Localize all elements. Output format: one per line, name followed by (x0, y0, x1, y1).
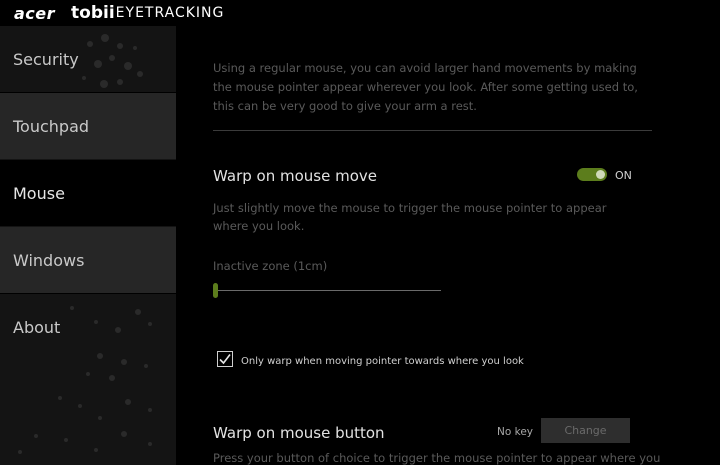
settings-panel: Using a regular mouse, you can avoid lar… (176, 26, 720, 465)
toggle-knob (596, 170, 605, 179)
change-key-button[interactable]: Change (541, 418, 630, 443)
inactive-zone-label: Inactive zone (1cm) (213, 259, 328, 273)
warp-on-move-title: Warp on mouse move (213, 167, 377, 185)
sidebar: Security Touchpad Mouse Windows About (0, 26, 176, 465)
sidebar-item-label: About (13, 317, 61, 337)
warp-on-button-description: Press your button of choice to trigger t… (213, 451, 661, 465)
acer-logo: acer (14, 3, 56, 23)
sidebar-item-security[interactable]: Security (0, 26, 176, 92)
sidebar-item-label: Touchpad (13, 116, 90, 136)
assigned-key-value: No key (497, 426, 533, 438)
eyetracking-logo-text: EYETRACKING (115, 5, 225, 21)
intro-text: Using a regular mouse, you can avoid lar… (213, 61, 638, 113)
checkmark-icon (219, 354, 231, 365)
title-bar: acer tobii EYETRACKING (0, 0, 720, 26)
sidebar-item-windows[interactable]: Windows (0, 227, 176, 293)
warp-on-button-title: Warp on mouse button (213, 424, 385, 442)
section-divider (213, 130, 652, 131)
sidebar-item-about[interactable]: About (0, 294, 176, 360)
only-warp-label: Only warp when moving pointer towards wh… (241, 356, 524, 367)
inactive-zone-slider-track[interactable] (213, 290, 441, 291)
sidebar-item-mouse[interactable]: Mouse (0, 160, 176, 226)
warp-on-move-toggle[interactable] (577, 168, 607, 181)
sidebar-item-label: Security (13, 49, 79, 69)
sidebar-item-label: Mouse (13, 183, 65, 203)
sidebar-item-label: Windows (13, 250, 85, 270)
only-warp-checkbox[interactable] (217, 351, 233, 367)
inactive-zone-slider-thumb[interactable] (213, 283, 218, 298)
toggle-state-label: ON (615, 169, 632, 182)
sidebar-item-touchpad[interactable]: Touchpad (0, 93, 176, 159)
tobii-logo: tobii (71, 3, 115, 23)
warp-on-move-description: Just slightly move the mouse to trigger … (213, 201, 607, 233)
